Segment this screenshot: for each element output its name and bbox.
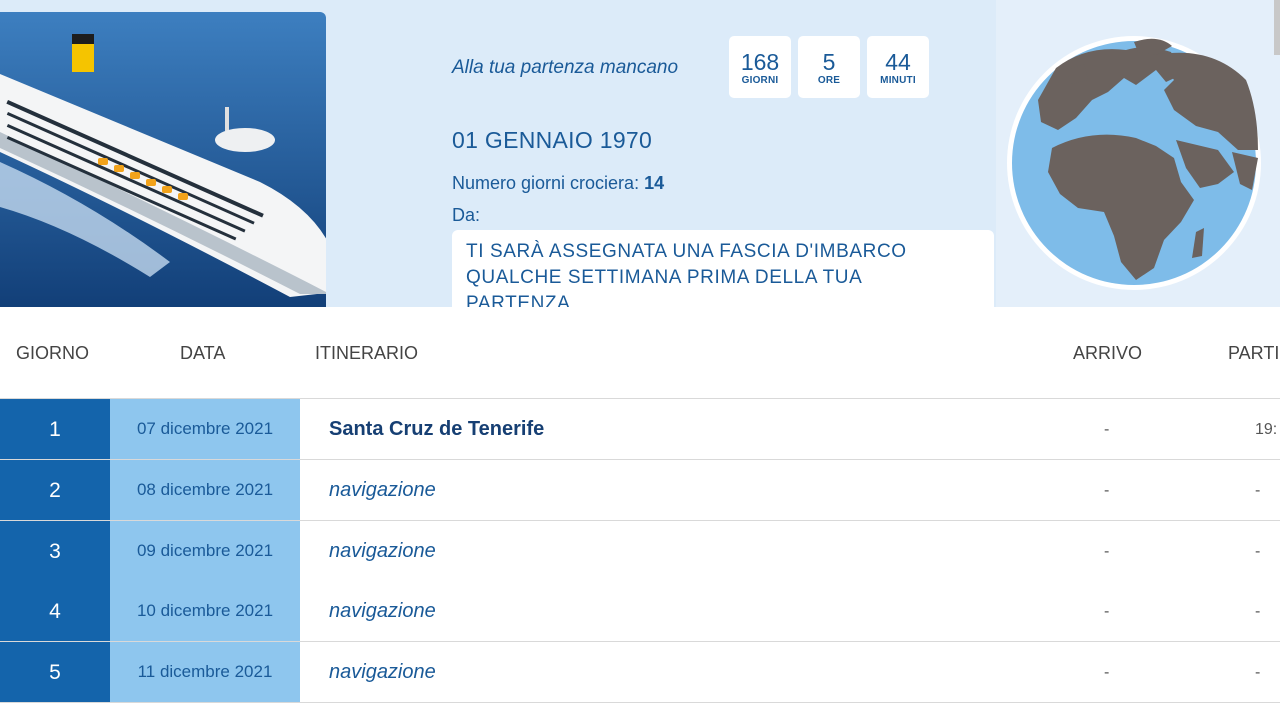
row-day: 2: [0, 460, 110, 520]
row-date: 08 dicembre 2021: [110, 460, 300, 520]
row-departure: 19:: [1255, 421, 1278, 438]
ship-image: [0, 12, 326, 307]
boarding-line-2: QUALCHE SETTIMANA PRIMA DELLA TUA: [466, 267, 863, 288]
row-date: 11 dicembre 2021: [110, 642, 300, 702]
boarding-line-1: TI SARÀ ASSEGNATA UNA FASCIA D'IMBARCO: [466, 241, 907, 262]
header-arrival: ARRIVO: [1073, 343, 1143, 363]
globe-map: [996, 0, 1280, 307]
row-date: 09 dicembre 2021: [110, 521, 300, 581]
countdown-hours-value: 5: [822, 49, 836, 75]
row-day: 4: [0, 581, 110, 641]
header-day: GIORNO: [16, 343, 90, 363]
departure-date: 01 GENNAIO 1970: [452, 127, 653, 153]
row-itinerary: navigazione: [329, 661, 436, 683]
cruise-hero: Alla tua partenza mancano 168 GIORNI 5 O…: [0, 0, 1280, 307]
from-label: Da:: [452, 205, 481, 225]
countdown-minutes-value: 44: [885, 49, 911, 75]
header-date: DATA: [180, 343, 226, 363]
row-date: 07 dicembre 2021: [110, 399, 300, 459]
countdown-minutes-unit: MINUTI: [880, 75, 916, 86]
boarding-notice: TI SARÀ ASSEGNATA UNA FASCIA D'IMBARCO Q…: [452, 230, 994, 307]
table-row: 1 07 dicembre 2021 Santa Cruz de Tenerif…: [0, 399, 1280, 460]
row-itinerary: navigazione: [329, 600, 436, 622]
row-departure: -: [1255, 482, 1261, 499]
countdown-hours: 5 ORE: [798, 36, 860, 98]
row-arrival: -: [1104, 482, 1110, 499]
cruise-days-value: 14: [644, 173, 665, 193]
row-day: 5: [0, 642, 110, 702]
header-itinerary: ITINERARIO: [315, 343, 419, 363]
header-departure: PARTI: [1228, 343, 1280, 363]
cruise-days-label: Numero giorni crociera:: [452, 173, 640, 193]
itinerary-table-header: GIORNO DATA ITINERARIO ARRIVO PARTI: [0, 307, 1280, 399]
row-day: 1: [0, 399, 110, 459]
countdown-label: Alla tua partenza mancano: [452, 57, 679, 78]
boarding-line-3: PARTENZA: [466, 293, 571, 307]
row-departure: -: [1255, 603, 1261, 620]
table-row: 4 10 dicembre 2021 navigazione - -: [0, 581, 1280, 642]
row-date: 10 dicembre 2021: [110, 581, 300, 641]
countdown-days-value: 168: [740, 49, 780, 75]
countdown-hours-unit: ORE: [817, 75, 841, 86]
countdown-days-unit: GIORNI: [741, 75, 779, 86]
row-port-link[interactable]: Santa Cruz de Tenerife: [329, 399, 544, 459]
row-departure: -: [1255, 664, 1261, 681]
scrollbar-thumb[interactable]: [1274, 0, 1280, 55]
row-arrival: -: [1104, 421, 1110, 438]
table-row: 2 08 dicembre 2021 navigazione - -: [0, 460, 1280, 521]
countdown-minutes: 44 MINUTI: [867, 36, 929, 98]
row-arrival: -: [1104, 603, 1110, 620]
row-itinerary: navigazione: [329, 540, 436, 562]
row-arrival: -: [1104, 664, 1110, 681]
row-itinerary: navigazione: [329, 479, 436, 501]
table-row: 5 11 dicembre 2021 navigazione - -: [0, 642, 1280, 703]
countdown-days: 168 GIORNI: [729, 36, 791, 98]
row-arrival: -: [1104, 543, 1110, 560]
table-row: 3 09 dicembre 2021 navigazione - -: [0, 521, 1280, 582]
row-departure: -: [1255, 543, 1261, 560]
cruise-days: Numero giorni crociera: 14: [452, 173, 664, 194]
row-day: 3: [0, 521, 110, 581]
